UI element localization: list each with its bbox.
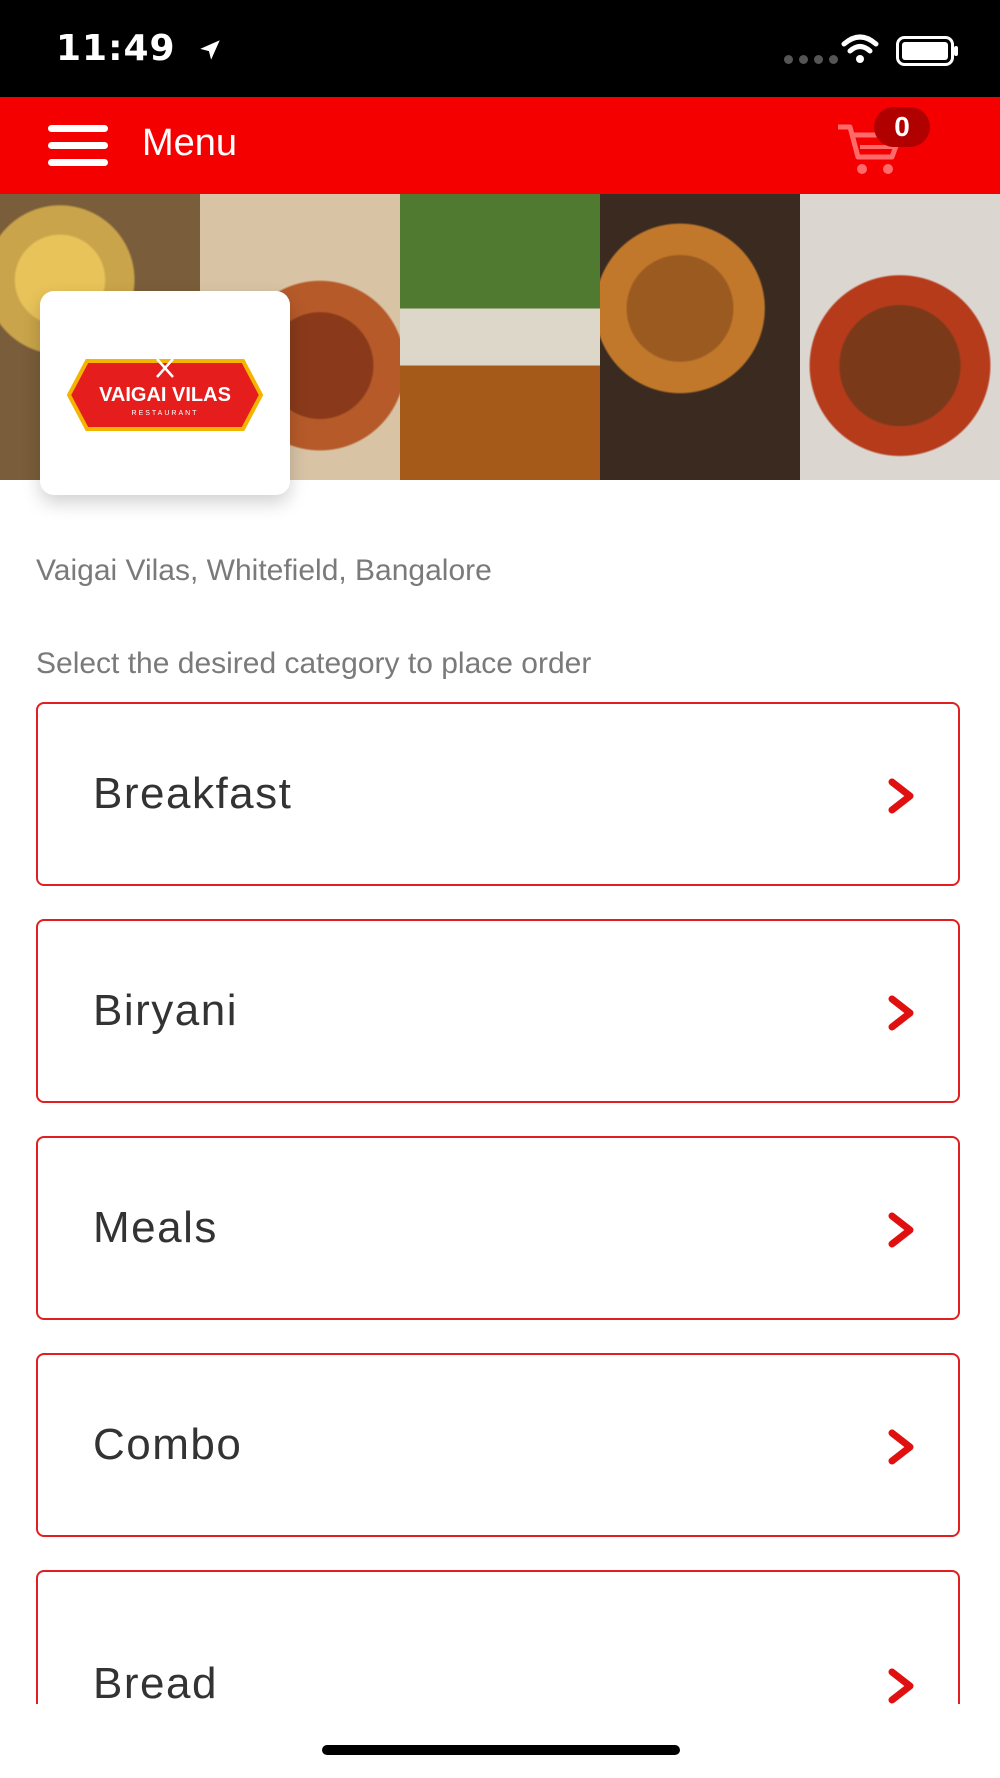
location-arrow-icon: [200, 40, 220, 60]
category-label: Breakfast: [93, 769, 293, 818]
category-breakfast[interactable]: Breakfast: [36, 702, 960, 886]
category-label: Biryani: [93, 986, 238, 1035]
banner-tile: [800, 194, 1000, 480]
banner-tile: [400, 194, 600, 480]
cart-button[interactable]: 0: [836, 107, 930, 179]
chevron-right-icon: [888, 1429, 914, 1465]
category-biryani[interactable]: Biryani: [36, 919, 960, 1103]
restaurant-location: Vaigai Vilas, Whitefield, Bangalore: [36, 554, 492, 587]
chevron-right-icon: [888, 995, 914, 1031]
header-title: Menu: [142, 122, 238, 164]
logo-text: VAIGAI VILAS: [99, 384, 231, 406]
category-label: Combo: [93, 1420, 243, 1469]
banner-tile: [600, 194, 800, 480]
category-meals[interactable]: Meals: [36, 1136, 960, 1320]
category-bread[interactable]: Bread: [36, 1570, 960, 1708]
category-label: Meals: [93, 1203, 218, 1252]
cart-count-badge: 0: [874, 107, 930, 147]
restaurant-logo: VAIGAI VILAS RESTAURANT: [66, 358, 264, 431]
cellular-signal-icon: [784, 55, 838, 64]
restaurant-logo-card: VAIGAI VILAS RESTAURANT: [40, 291, 290, 495]
menu-icon[interactable]: [48, 125, 108, 167]
logo-subtext: RESTAURANT: [132, 410, 199, 417]
status-time: 11:49: [56, 28, 223, 69]
chevron-right-icon: [888, 1668, 914, 1704]
chevron-right-icon: [888, 1212, 914, 1248]
status-time-text: 11:49: [56, 28, 176, 69]
status-bar: 11:49: [0, 0, 1000, 97]
home-indicator[interactable]: [322, 1745, 680, 1755]
category-label: Bread: [93, 1659, 218, 1708]
wifi-icon: [841, 34, 879, 63]
app-header: Menu 0: [0, 97, 1000, 194]
battery-icon: [896, 36, 958, 66]
chevron-right-icon: [888, 778, 914, 814]
category-instruction: Select the desired category to place ord…: [36, 647, 592, 680]
category-combo[interactable]: Combo: [36, 1353, 960, 1537]
